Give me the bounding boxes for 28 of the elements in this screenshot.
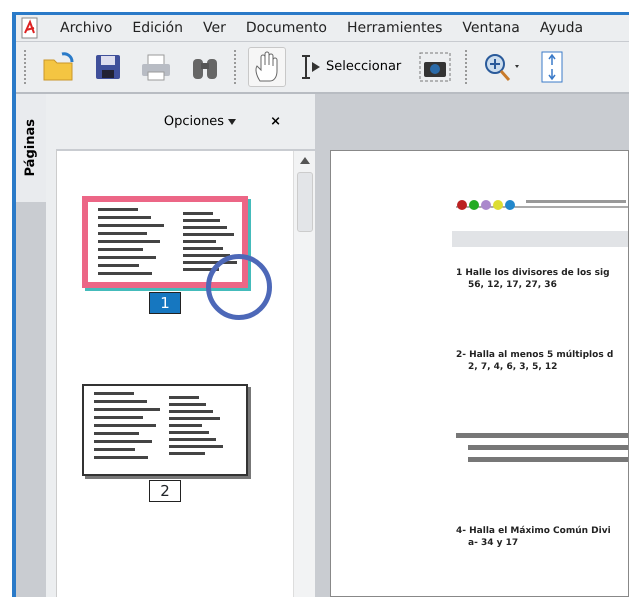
hand-icon[interactable] xyxy=(248,47,286,87)
menu-item[interactable]: Edición xyxy=(132,18,183,38)
page-thumbnail[interactable] xyxy=(82,196,248,288)
question-text: 2- Halla al menos 5 múltiplos d xyxy=(456,349,614,361)
text-cursor-icon xyxy=(300,53,322,81)
question-text: 2, 7, 4, 6, 3, 5, 12 xyxy=(467,361,558,373)
close-button[interactable]: × xyxy=(266,108,285,136)
page-thumbnail[interactable] xyxy=(82,384,248,476)
page-number: 1 xyxy=(149,292,181,314)
question-text: 1 Halle los divisores de los sig xyxy=(456,267,611,279)
select-tool-button[interactable]: Seleccionar xyxy=(296,49,406,85)
pdf-logo-icon xyxy=(20,17,40,39)
scrollbar-thumb[interactable] xyxy=(296,172,312,232)
menu-item[interactable]: Ventana xyxy=(462,18,520,38)
menu-item[interactable]: Archivo xyxy=(60,18,112,38)
scroll-up-icon[interactable] xyxy=(300,157,310,164)
pages-tab[interactable]: Páginas xyxy=(16,94,46,202)
page-number: 2 xyxy=(149,480,181,502)
question-text: a- 34 y 17 xyxy=(467,537,520,549)
menu-item[interactable]: Ayuda xyxy=(540,18,584,38)
question-text: 4- Halla el Máximo Común Divi xyxy=(456,525,612,537)
caret-icon xyxy=(228,118,236,124)
menu-item[interactable]: Ver xyxy=(203,18,226,38)
question-text: 56, 12, 17, 27, 36 xyxy=(467,279,558,291)
menu-item[interactable]: Herramientes xyxy=(346,18,442,38)
options-menu[interactable]: Opciones xyxy=(160,108,240,136)
menu-item[interactable]: Documento xyxy=(246,18,327,38)
highlight-circle xyxy=(206,254,272,320)
